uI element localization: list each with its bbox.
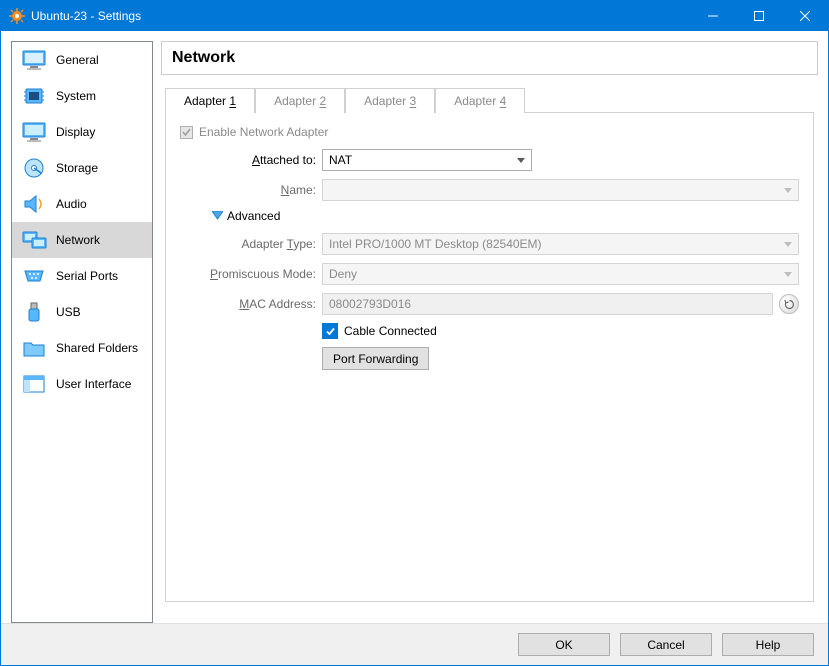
port-forwarding-row: Port Forwarding — [180, 347, 799, 370]
cable-connected-row: Cable Connected — [180, 323, 799, 339]
tab-adapter-1[interactable]: Adapter 1 — [165, 88, 255, 113]
minimize-button[interactable] — [690, 1, 736, 31]
usb-icon — [20, 300, 48, 324]
triangle-down-icon — [212, 209, 223, 223]
attached-to-combo[interactable]: NAT — [322, 149, 532, 171]
sidebar-item-general[interactable]: General — [12, 42, 152, 78]
body-area: General System Display Storage Audio — [1, 31, 828, 623]
refresh-icon — [784, 299, 795, 310]
content: Adapter 1 Adapter 2 Adapter 3 Adapter 4 … — [161, 75, 818, 623]
sidebar-item-label: Shared Folders — [56, 341, 138, 355]
sidebar-item-system[interactable]: System — [12, 78, 152, 114]
maximize-button[interactable] — [736, 1, 782, 31]
enable-adapter-label: Enable Network Adapter — [199, 125, 328, 139]
chevron-down-icon — [517, 153, 525, 167]
sidebar-item-label: Storage — [56, 161, 98, 175]
cable-connected-label: Cable Connected — [344, 324, 437, 338]
sidebar-item-network[interactable]: Network — [12, 222, 152, 258]
advanced-label: Advanced — [227, 209, 280, 223]
sidebar-item-label: Display — [56, 125, 95, 139]
chevron-down-icon — [784, 183, 792, 197]
client-area: General System Display Storage Audio — [1, 31, 828, 665]
display-icon — [20, 120, 48, 144]
page-title: Network — [172, 49, 235, 67]
app-icon — [9, 8, 25, 24]
help-button[interactable]: Help — [722, 633, 814, 656]
sidebar-item-serial-ports[interactable]: Serial Ports — [12, 258, 152, 294]
sidebar-item-audio[interactable]: Audio — [12, 186, 152, 222]
speaker-icon — [20, 192, 48, 216]
sidebar-item-display[interactable]: Display — [12, 114, 152, 150]
advanced-toggle[interactable]: Advanced — [212, 209, 799, 223]
name-row: Name: — [180, 179, 799, 201]
monitor-icon — [20, 48, 48, 72]
promiscuous-mode-label: Promiscuous Mode: — [180, 267, 322, 281]
mac-address-label: MAC Address: — [180, 297, 322, 311]
adapter-type-label: Adapter Type: — [180, 237, 322, 251]
tab-panel-adapter-1: Enable Network Adapter Attached to: NAT … — [165, 112, 814, 602]
tab-adapter-4[interactable]: Adapter 4 — [435, 88, 525, 113]
enable-adapter-checkbox — [180, 126, 193, 139]
window-title: Ubuntu-23 - Settings — [31, 9, 690, 23]
main-panel: Network Adapter 1 Adapter 2 Adapter 3 Ad… — [161, 41, 818, 623]
chevron-down-icon — [784, 237, 792, 251]
settings-window: Ubuntu-23 - Settings General System Disp… — [0, 0, 829, 666]
chevron-down-icon — [784, 267, 792, 281]
port-forwarding-button[interactable]: Port Forwarding — [322, 347, 429, 370]
attached-to-label: Attached to: — [180, 153, 322, 167]
sidebar-item-user-interface[interactable]: User Interface — [12, 366, 152, 402]
serial-icon — [20, 264, 48, 288]
chip-icon — [20, 84, 48, 108]
mac-address-field: 08002793D016 — [322, 293, 773, 315]
sidebar-item-shared-folders[interactable]: Shared Folders — [12, 330, 152, 366]
sidebar-item-label: Network — [56, 233, 100, 247]
titlebar[interactable]: Ubuntu-23 - Settings — [1, 1, 828, 31]
promiscuous-mode-value: Deny — [329, 267, 357, 281]
sidebar-item-label: Audio — [56, 197, 87, 211]
sidebar-item-label: System — [56, 89, 96, 103]
cancel-button[interactable]: Cancel — [620, 633, 712, 656]
sidebar-item-label: Serial Ports — [56, 269, 118, 283]
sidebar: General System Display Storage Audio — [11, 41, 153, 623]
name-label: Name: — [180, 183, 322, 197]
tab-adapter-2[interactable]: Adapter 2 — [255, 88, 345, 113]
adapter-type-row: Adapter Type: Intel PRO/1000 MT Desktop … — [180, 233, 799, 255]
adapter-type-combo: Intel PRO/1000 MT Desktop (82540EM) — [322, 233, 799, 255]
layout-icon — [20, 372, 48, 396]
tabstrip: Adapter 1 Adapter 2 Adapter 3 Adapter 4 — [165, 87, 814, 112]
cable-connected-checkbox[interactable] — [322, 323, 338, 339]
attached-to-value: NAT — [329, 153, 352, 167]
page-header: Network — [161, 41, 818, 75]
promiscuous-mode-row: Promiscuous Mode: Deny — [180, 263, 799, 285]
sidebar-item-usb[interactable]: USB — [12, 294, 152, 330]
folder-icon — [20, 336, 48, 360]
sidebar-item-label: General — [56, 53, 99, 67]
promiscuous-mode-combo: Deny — [322, 263, 799, 285]
close-button[interactable] — [782, 1, 828, 31]
enable-adapter-row: Enable Network Adapter — [180, 125, 799, 139]
sidebar-item-label: USB — [56, 305, 81, 319]
adapter-type-value: Intel PRO/1000 MT Desktop (82540EM) — [329, 237, 542, 251]
ok-button[interactable]: OK — [518, 633, 610, 656]
attached-to-row: Attached to: NAT — [180, 149, 799, 171]
dialog-footer: OK Cancel Help — [1, 623, 828, 665]
name-combo — [322, 179, 799, 201]
mac-refresh-button[interactable] — [779, 294, 799, 314]
window-controls — [690, 1, 828, 31]
tab-adapter-3[interactable]: Adapter 3 — [345, 88, 435, 113]
sidebar-item-storage[interactable]: Storage — [12, 150, 152, 186]
mac-address-row: MAC Address: 08002793D016 — [180, 293, 799, 315]
disk-icon — [20, 156, 48, 180]
sidebar-item-label: User Interface — [56, 377, 131, 391]
network-icon — [20, 228, 48, 252]
